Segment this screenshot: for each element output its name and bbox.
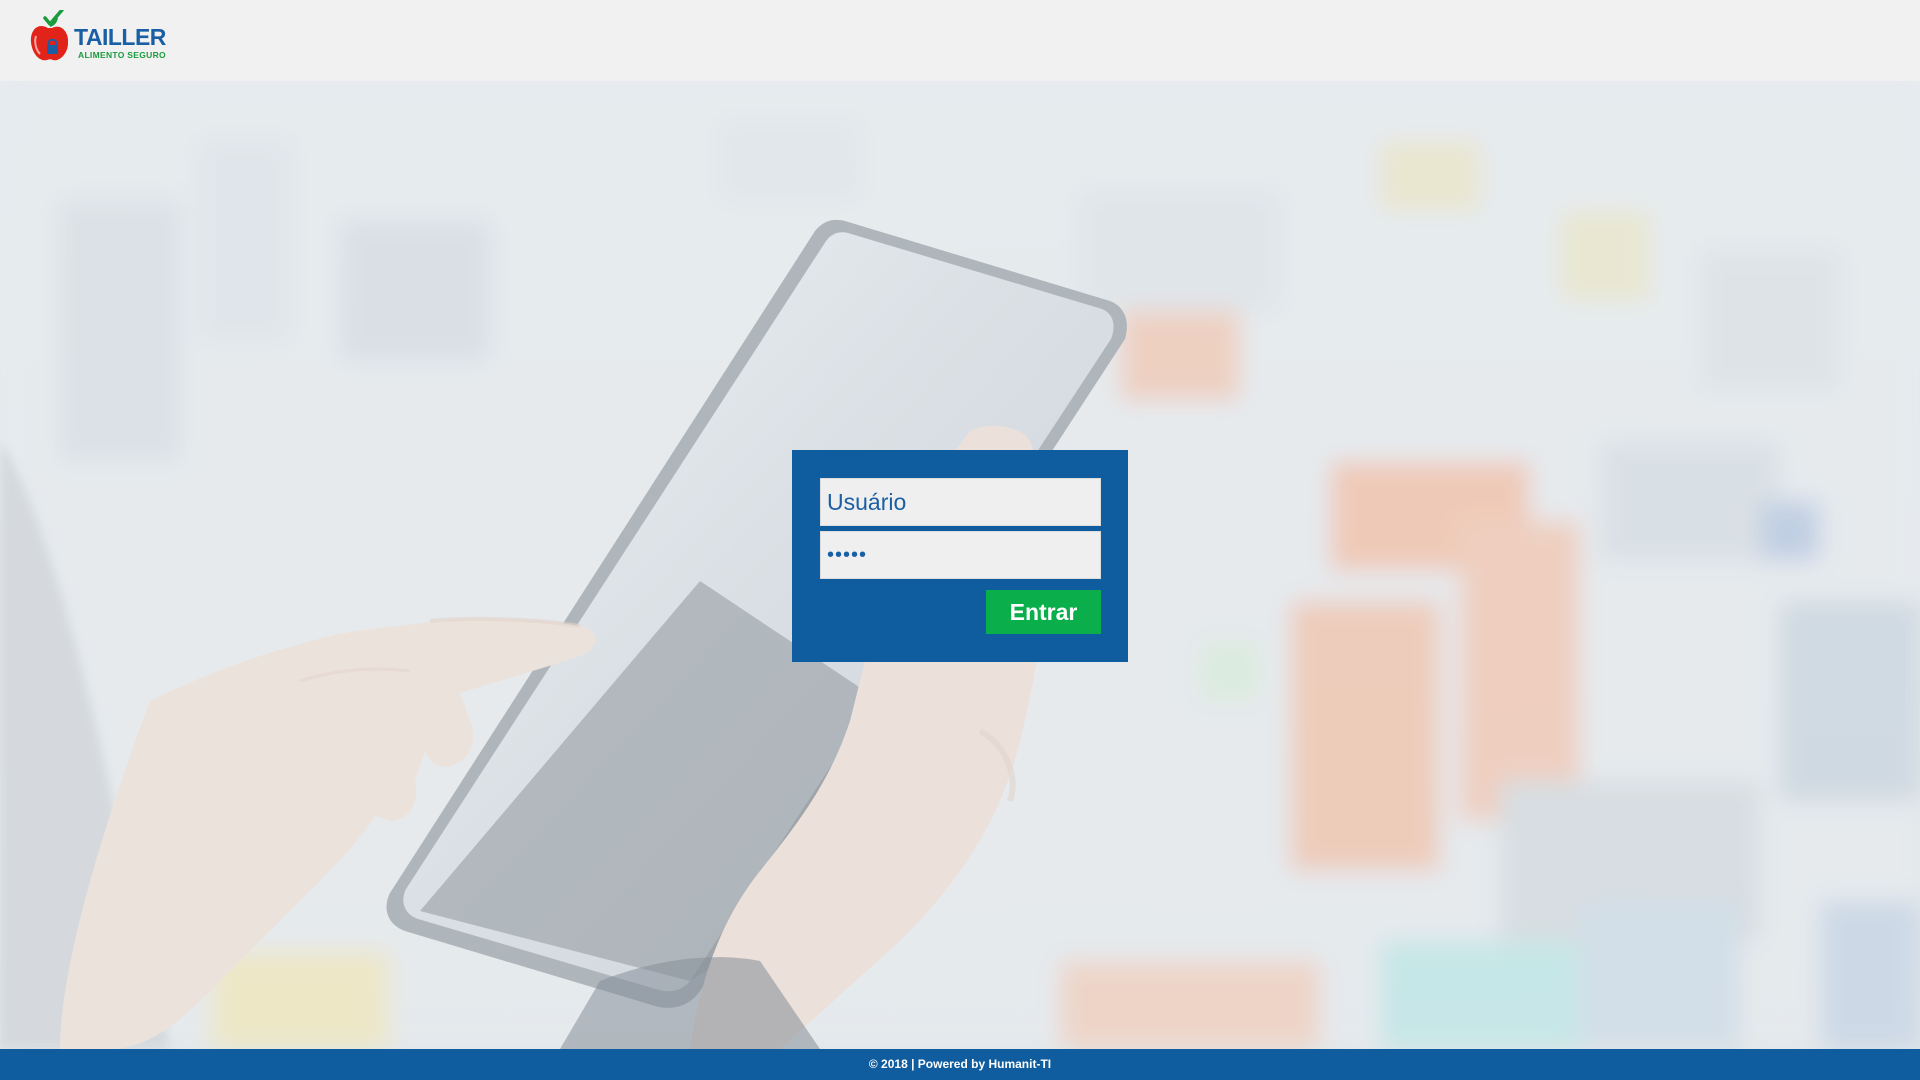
footer-copyright: © 2018 | Powered by Humanit-TI — [868, 1057, 1052, 1071]
login-form: Entrar — [792, 450, 1128, 662]
brand-logo[interactable]: TAILLER ALIMENTO SEGURO — [28, 10, 173, 66]
login-page: TAILLER ALIMENTO SEGURO Usuário ••••• En… — [0, 0, 1920, 1080]
login-button[interactable]: Entrar — [986, 590, 1101, 634]
username-input[interactable] — [820, 478, 1101, 526]
brand-name: TAILLER — [74, 24, 166, 50]
password-input[interactable] — [820, 531, 1101, 579]
footer: © 2018 | Powered by Humanit-TI — [0, 1049, 1920, 1080]
brand-tagline: ALIMENTO SEGURO — [78, 50, 166, 60]
top-header: TAILLER ALIMENTO SEGURO — [0, 0, 1920, 81]
